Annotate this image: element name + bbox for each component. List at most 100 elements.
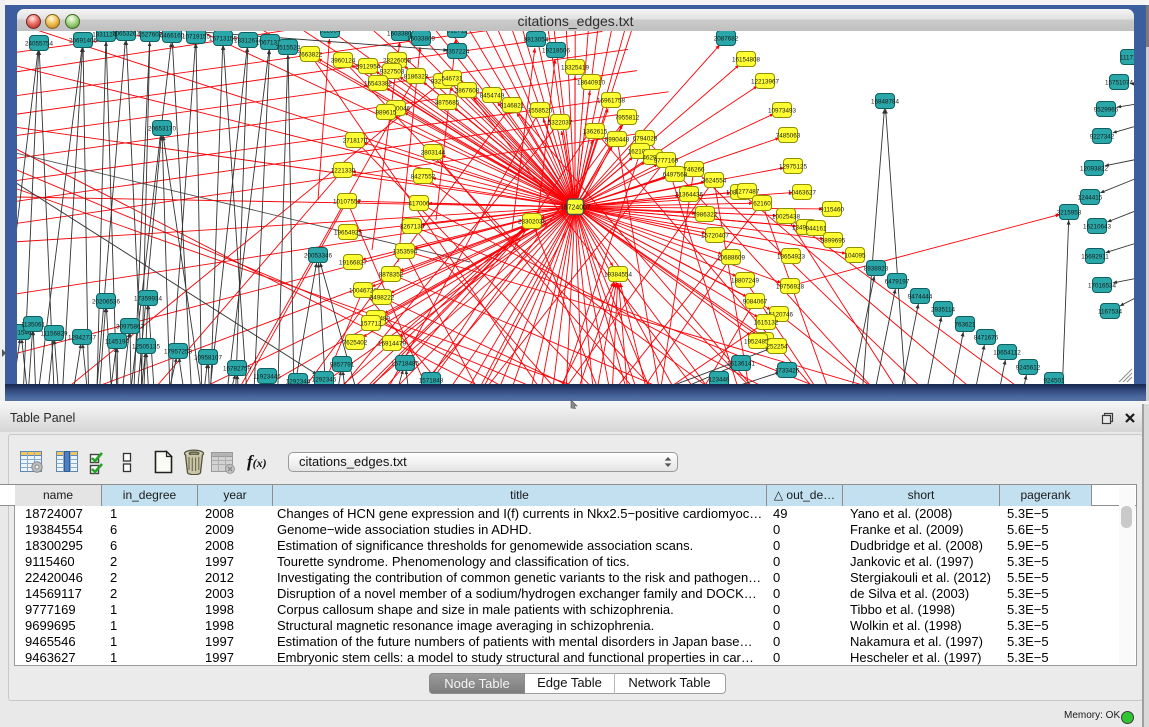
svg-text:2718170: 2718170 (343, 137, 368, 144)
svg-text:9529966: 9529966 (1094, 106, 1119, 113)
svg-text:1571848: 1571848 (419, 377, 444, 384)
svg-text:10688609: 10688609 (717, 254, 746, 261)
svg-text:3498222: 3498222 (370, 294, 395, 301)
svg-text:1733426: 1733426 (775, 367, 800, 374)
svg-text:16033809: 16033809 (407, 35, 436, 42)
svg-text:16782759: 16782759 (223, 365, 252, 372)
svg-text:12093822: 12093822 (1080, 165, 1109, 172)
svg-text:19756928: 19756928 (776, 283, 805, 290)
svg-text:1221330: 1221330 (331, 167, 356, 174)
svg-text:13654923: 13654923 (777, 253, 806, 260)
svg-text:21364436: 21364436 (675, 191, 704, 198)
svg-text:16543382: 16543382 (364, 80, 393, 87)
svg-text:111712: 111712 (1120, 54, 1134, 61)
svg-text:10653267: 10653267 (112, 31, 141, 37)
svg-text:989615: 989615 (375, 109, 397, 116)
svg-text:924501: 924501 (1043, 377, 1065, 384)
svg-text:19384554: 19384554 (604, 271, 633, 278)
svg-text:7955812: 7955812 (615, 114, 640, 121)
svg-text:763621: 763621 (954, 321, 976, 328)
svg-text:8938923: 8938923 (864, 265, 889, 272)
svg-text:9084067: 9084067 (743, 298, 768, 305)
svg-text:16961758: 16961758 (597, 97, 626, 104)
svg-text:9474444: 9474444 (908, 293, 933, 300)
svg-text:12213967: 12213967 (751, 78, 780, 85)
svg-text:5322037: 5322037 (548, 119, 573, 126)
svg-text:16154808: 16154808 (732, 56, 761, 63)
svg-text:7357224: 7357224 (445, 48, 470, 55)
svg-text:1292344: 1292344 (286, 378, 311, 384)
svg-text:12505135: 12505135 (132, 343, 161, 350)
svg-text:8454749: 8454749 (480, 92, 505, 99)
svg-text:417006: 417006 (408, 200, 430, 207)
svg-text:19218506: 19218506 (542, 47, 571, 54)
svg-text:9899695: 9899695 (821, 237, 846, 244)
svg-text:3267130: 3267130 (400, 223, 425, 230)
svg-text:10654112: 10654112 (993, 349, 1021, 356)
svg-text:16136141: 16136141 (727, 360, 756, 367)
svg-text:1362615: 1362615 (583, 128, 608, 135)
svg-text:19654925: 19654925 (334, 229, 363, 236)
svg-text:2935114: 2935114 (931, 306, 956, 313)
svg-text:16210643: 16210643 (1083, 223, 1112, 230)
svg-text:6479197: 6479197 (885, 278, 910, 285)
svg-text:9146821: 9146821 (500, 102, 525, 109)
svg-text:104095: 104095 (844, 252, 866, 259)
svg-text:11156829: 11156829 (40, 330, 68, 337)
svg-text:3960124: 3960124 (331, 57, 356, 64)
svg-text:15720407: 15720407 (701, 232, 730, 239)
svg-text:1353594: 1353594 (393, 248, 418, 255)
svg-text:13325419: 13325419 (561, 64, 590, 71)
svg-text:157712: 157712 (360, 320, 382, 327)
svg-text:6794028: 6794028 (633, 135, 658, 142)
svg-text:252254: 252254 (766, 343, 788, 350)
svg-text:8878352: 8878352 (379, 271, 404, 278)
svg-text:3624554: 3624554 (702, 177, 727, 184)
svg-text:7663822: 7663822 (298, 51, 323, 58)
svg-text:8186323: 8186323 (404, 73, 429, 80)
svg-text:9245612: 9245612 (1016, 364, 1041, 371)
svg-text:3215958: 3215958 (1057, 209, 1082, 216)
svg-text:15718485: 15718485 (391, 360, 420, 367)
svg-text:18724007: 18724007 (560, 205, 591, 212)
svg-text:8813054: 8813054 (524, 36, 549, 43)
svg-text:7485063: 7485063 (776, 132, 801, 139)
svg-text:7986322: 7986322 (693, 211, 718, 218)
svg-text:2803144: 2803144 (421, 149, 446, 156)
svg-text:20691406: 20691406 (69, 37, 98, 44)
svg-text:123446: 123446 (708, 376, 730, 383)
svg-text:17359934: 17359934 (134, 295, 163, 302)
svg-text:1615132: 1615132 (754, 319, 779, 326)
svg-text:18640910: 18640910 (577, 79, 606, 86)
svg-text:8427552: 8427552 (411, 173, 436, 180)
svg-text:19166827: 19166827 (339, 259, 368, 266)
svg-text:944161: 944161 (805, 225, 827, 232)
svg-text:3875685: 3875685 (435, 99, 460, 106)
svg-text:2087682: 2087682 (714, 35, 739, 42)
svg-text:16914479: 16914479 (378, 340, 407, 347)
svg-text:24055754: 24055754 (25, 40, 54, 47)
svg-text:6497568: 6497568 (663, 171, 688, 178)
svg-text:10025438: 10025438 (772, 213, 801, 220)
svg-text:546731: 546731 (441, 75, 463, 82)
svg-text:10463627: 10463627 (788, 189, 817, 196)
svg-text:9857791: 9857791 (330, 361, 355, 368)
svg-text:2867608: 2867608 (455, 87, 480, 94)
svg-text:1244415: 1244415 (1078, 194, 1103, 201)
svg-text:912334: 912334 (319, 31, 341, 34)
svg-text:9227342: 9227342 (1090, 133, 1115, 140)
svg-text:10958107: 10958107 (194, 354, 223, 361)
svg-text:15751074: 15751074 (1105, 79, 1134, 86)
svg-text:8471676: 8471676 (974, 334, 999, 341)
svg-text:1277487: 1277487 (735, 188, 760, 195)
svg-text:1135061: 1135061 (21, 321, 46, 328)
svg-text:9327503: 9327503 (380, 68, 405, 75)
svg-text:12975125: 12975125 (779, 163, 808, 170)
svg-text:10719155: 10719155 (182, 33, 211, 40)
svg-text:10973493: 10973493 (768, 107, 797, 114)
svg-text:1167534: 1167534 (1098, 308, 1123, 315)
svg-text:8990448: 8990448 (605, 136, 630, 143)
svg-text:23302035: 23302035 (518, 218, 547, 225)
svg-text:9777169: 9777169 (654, 157, 679, 164)
svg-text:17016534: 17016534 (1088, 282, 1117, 289)
